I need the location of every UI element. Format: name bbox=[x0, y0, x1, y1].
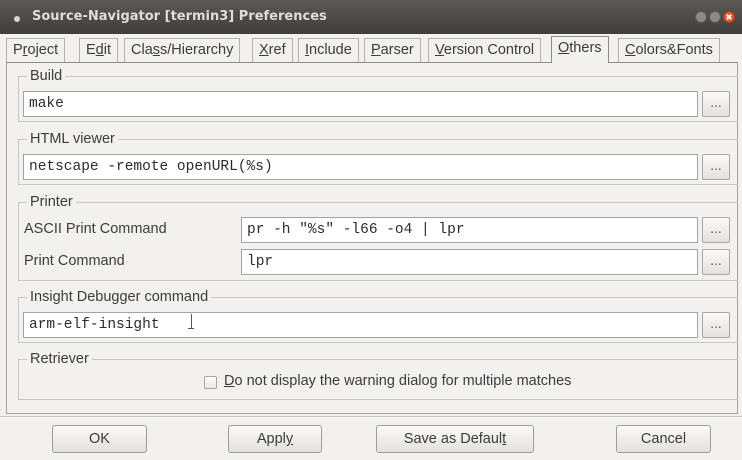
tab-mnemonic: P bbox=[371, 42, 381, 58]
tab-colors-fonts[interactable]: Colors&Fonts bbox=[618, 38, 720, 62]
tab-label: nclude bbox=[309, 42, 352, 58]
apply-button[interactable]: Apply bbox=[228, 425, 322, 453]
text-cursor-icon bbox=[188, 314, 194, 329]
tab-label: oject bbox=[27, 42, 59, 58]
tab-include[interactable]: Include bbox=[298, 38, 359, 62]
mnemonic: D bbox=[224, 373, 235, 389]
insight-label: Insight Debugger command bbox=[27, 289, 212, 305]
window-title: Source-Navigator [termin3] Preferences bbox=[32, 9, 327, 24]
ascii-print-browse-button[interactable]: ... bbox=[702, 217, 730, 243]
save-label: Save as Defaul bbox=[403, 431, 503, 447]
tab-version-control[interactable]: Version Control bbox=[428, 38, 542, 62]
tab-label: Cla bbox=[131, 42, 153, 58]
tab-xref[interactable]: Xref bbox=[252, 38, 293, 62]
tab-mnemonic: d bbox=[95, 42, 104, 58]
tab-label: ersion Control bbox=[443, 42, 535, 58]
insight-browse-button[interactable]: ... bbox=[702, 312, 730, 338]
separator bbox=[0, 416, 742, 418]
html-viewer-label: HTML viewer bbox=[27, 131, 118, 147]
tab-mnemonic: V bbox=[435, 42, 444, 58]
build-command-input[interactable]: make bbox=[23, 91, 698, 117]
apply-label: Appl bbox=[256, 431, 286, 447]
print-command-label: Print Command bbox=[24, 253, 125, 269]
tab-mnemonic: X bbox=[259, 42, 269, 58]
tab-mnemonic: s bbox=[152, 42, 161, 58]
no-warning-text: o not display the warning dialog for mul… bbox=[234, 373, 572, 389]
html-viewer-input[interactable]: netscape -remote openURL(%s) bbox=[23, 154, 698, 180]
tab-class-hierarchy[interactable]: Class/Hierarchy bbox=[124, 38, 241, 62]
print-command-input[interactable]: lpr bbox=[241, 249, 698, 275]
tab-others[interactable]: Others bbox=[551, 36, 609, 63]
build-browse-button[interactable]: ... bbox=[702, 91, 730, 117]
tab-mnemonic: C bbox=[625, 42, 636, 58]
build-label: Build bbox=[27, 68, 66, 84]
tab-label: olors&Fonts bbox=[635, 42, 713, 58]
mnemonic: y bbox=[285, 431, 294, 447]
tab-mnemonic: O bbox=[558, 40, 570, 56]
tab-bar: Project Edit Class/Hierarchy Xref Includ… bbox=[6, 36, 738, 63]
cancel-button[interactable]: Cancel bbox=[616, 425, 711, 453]
tab-label: arser bbox=[380, 42, 414, 58]
printer-label: Printer bbox=[27, 194, 76, 210]
html-viewer-browse-button[interactable]: ... bbox=[702, 154, 730, 180]
maximize-icon[interactable] bbox=[709, 11, 721, 23]
save-as-default-button[interactable]: Save as Default bbox=[376, 425, 534, 453]
close-icon[interactable] bbox=[723, 11, 735, 23]
tab-label: s/Hierarchy bbox=[160, 42, 234, 58]
retriever-label: Retriever bbox=[27, 351, 92, 367]
insight-command-input[interactable]: arm-elf-insight bbox=[23, 312, 698, 338]
tab-parser[interactable]: Parser bbox=[364, 38, 421, 62]
tab-label: thers bbox=[569, 40, 602, 56]
print-command-browse-button[interactable]: ... bbox=[702, 249, 730, 275]
ascii-print-label: ASCII Print Command bbox=[24, 221, 167, 237]
mnemonic: t bbox=[502, 431, 507, 447]
ascii-print-input[interactable]: pr -h "%s" -l66 -o4 | lpr bbox=[241, 217, 698, 243]
tab-label: it bbox=[103, 42, 111, 58]
tab-label: P bbox=[13, 42, 23, 58]
tab-project[interactable]: Project bbox=[6, 38, 66, 62]
tab-label: ref bbox=[268, 42, 286, 58]
ok-button[interactable]: OK bbox=[52, 425, 147, 453]
tab-edit[interactable]: Edit bbox=[79, 38, 118, 62]
window-menu-icon[interactable] bbox=[11, 9, 23, 23]
title-bar: Source-Navigator [termin3] Preferences bbox=[0, 0, 742, 34]
tab-label: E bbox=[86, 42, 96, 58]
no-warning-label[interactable]: Do not display the warning dialog for mu… bbox=[224, 373, 571, 389]
minimize-icon[interactable] bbox=[695, 11, 707, 23]
no-warning-checkbox[interactable] bbox=[204, 376, 217, 389]
